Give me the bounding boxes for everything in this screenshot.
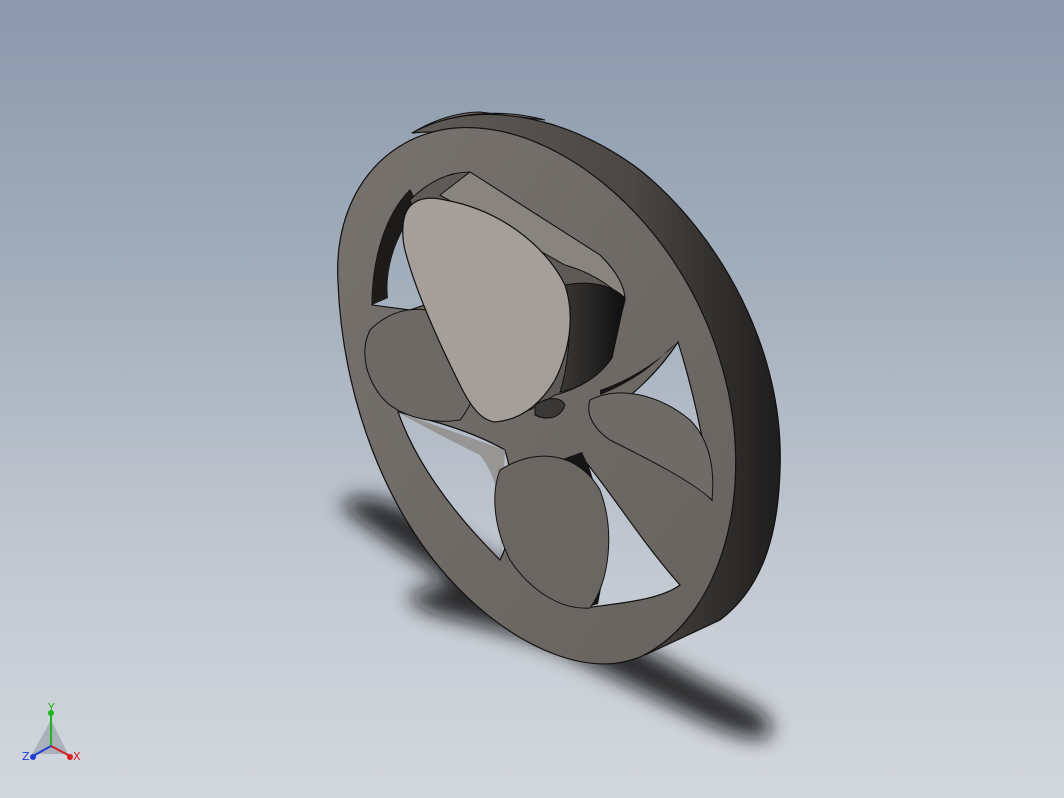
x-axis-label: X: [73, 750, 81, 763]
triad-graphic: Y X Z: [22, 701, 81, 763]
graphics-viewport[interactable]: Y X Z: [0, 0, 1064, 798]
orientation-triad[interactable]: Y X Z: [18, 700, 88, 772]
y-axis-label: Y: [47, 701, 55, 714]
z-axis-label: Z: [22, 750, 30, 763]
model-scene[interactable]: [0, 0, 1064, 798]
